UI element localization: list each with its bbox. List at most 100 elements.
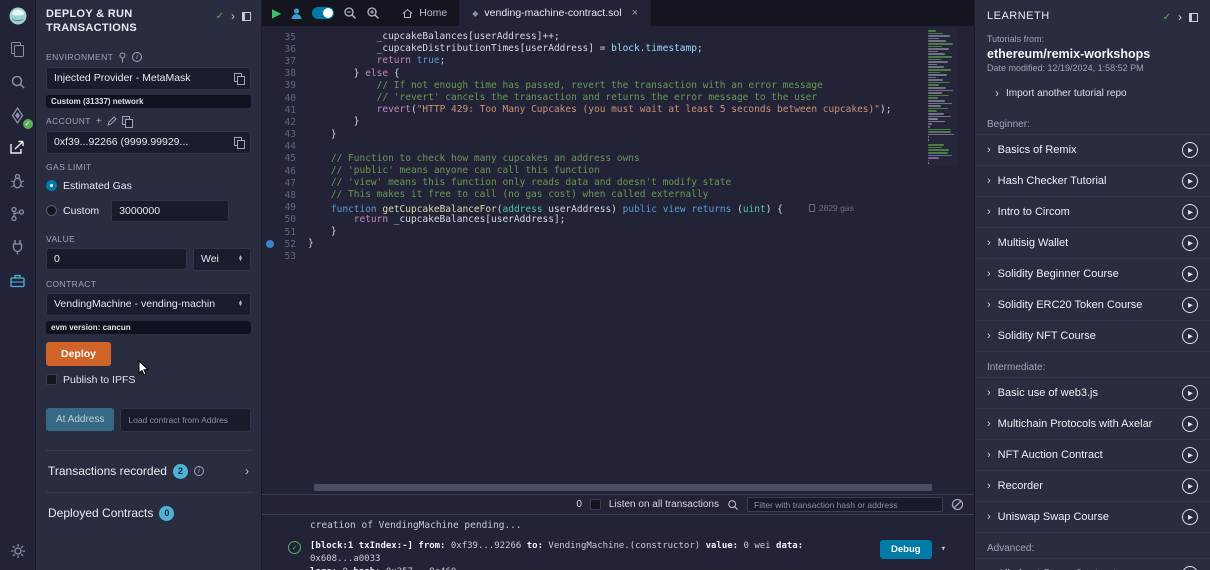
estimated-gas-radio[interactable]: Estimated Gas (46, 180, 251, 192)
play-icon[interactable]: ▶ (1182, 478, 1198, 494)
environment-select[interactable]: Injected Provider - MetaMask (46, 67, 251, 90)
minimap[interactable] (928, 28, 958, 166)
play-icon[interactable]: ▶ (1182, 447, 1198, 463)
play-icon[interactable]: ▶ (1182, 509, 1198, 525)
learneth-icon[interactable] (7, 269, 29, 291)
remix-logo-icon[interactable] (7, 5, 29, 27)
add-account-icon[interactable]: + (96, 116, 102, 127)
transactions-recorded-row[interactable]: Transactions recorded 2 i › (46, 450, 251, 492)
code-line[interactable]: // If not enough time has passed, revert… (308, 80, 974, 92)
code-line[interactable]: } (308, 129, 974, 141)
chevron-down-icon[interactable]: ▾ (941, 544, 946, 554)
copy-icon[interactable] (122, 116, 131, 126)
code-line[interactable]: revert("HTTP 429: Too Many Cupcakes (you… (308, 104, 974, 116)
deployed-contracts-row[interactable]: Deployed Contracts 0 (46, 492, 251, 534)
user-icon[interactable] (290, 7, 303, 20)
account-select[interactable]: 0xf39...92266 (9999.99929... (46, 131, 251, 154)
git-icon[interactable] (7, 203, 29, 225)
play-icon[interactable]: ▶ (1182, 173, 1198, 189)
code-line[interactable] (308, 141, 974, 153)
clear-console-icon[interactable] (951, 498, 964, 511)
code-line[interactable]: } (308, 116, 974, 128)
play-icon[interactable]: ▶ (1182, 142, 1198, 158)
code-line[interactable]: // 'view' means this function only reads… (308, 177, 974, 189)
tutorial-item[interactable]: ›Intro to Circom▶ (975, 197, 1210, 228)
edit-icon[interactable] (107, 116, 117, 126)
zoom-out-icon[interactable] (343, 6, 357, 20)
pin-panel-icon[interactable] (242, 12, 251, 21)
pin-panel-icon[interactable] (1189, 13, 1198, 22)
settings-icon[interactable] (7, 540, 29, 562)
chevron-right-icon[interactable]: › (1178, 11, 1182, 23)
debug-button[interactable]: Debug (880, 540, 932, 559)
search-icon[interactable] (7, 71, 29, 93)
chevron-right-icon[interactable]: › (245, 465, 249, 477)
listen-checkbox[interactable] (590, 499, 601, 510)
code-line[interactable]: _cupcakeBalances[userAddress]++; (308, 31, 974, 43)
code-line[interactable]: function getCupcakeBalanceFor(address us… (308, 202, 974, 214)
play-icon[interactable]: ▶ (1182, 328, 1198, 344)
custom-gas-input[interactable] (111, 200, 229, 222)
value-unit-select[interactable]: Wei ▲▼ (193, 248, 251, 271)
horizontal-scrollbar[interactable] (314, 484, 932, 491)
pin-icon[interactable] (118, 52, 127, 63)
tutorial-item[interactable]: ›Multisig Wallet▶ (975, 228, 1210, 259)
code-line[interactable]: // 'revert' cancels the transaction and … (308, 92, 974, 104)
tab-file[interactable]: ◆ vending-machine-contract.sol × (460, 0, 651, 26)
code-line[interactable] (308, 250, 974, 262)
chevron-right-icon[interactable]: › (231, 10, 235, 22)
tutorial-item[interactable]: ›Basic use of web3.js▶ (975, 378, 1210, 409)
breakpoint-dot[interactable] (266, 240, 274, 248)
play-icon[interactable]: ▶ (1182, 297, 1198, 313)
contract-select[interactable]: VendingMachine - vending-machin ▲▼ (46, 293, 251, 316)
tutorial-item[interactable]: ›Uniswap Swap Course▶ (975, 502, 1210, 533)
code-line[interactable]: } else { (308, 68, 974, 80)
code-line[interactable]: return _cupcakeBalances[userAddress]; (308, 214, 974, 226)
deploy-and-run-icon[interactable] (7, 137, 29, 159)
code-line[interactable]: _cupcakeDistributionTimes[userAddress] =… (308, 43, 974, 55)
run-script-icon[interactable]: ▶ (272, 7, 281, 19)
deploy-button[interactable]: Deploy (46, 342, 111, 366)
code-line[interactable]: // This makes it free to call (no gas co… (308, 189, 974, 201)
filter-input[interactable] (747, 497, 943, 512)
tutorial-item[interactable]: ›All about Proxy Contracts▶ (975, 559, 1210, 570)
play-icon[interactable]: ▶ (1182, 385, 1198, 401)
tutorial-item[interactable]: ›Hash Checker Tutorial▶ (975, 166, 1210, 197)
plugin-manager-icon[interactable] (7, 236, 29, 258)
info-icon[interactable]: i (132, 52, 142, 62)
import-tutorial-link[interactable]: › Import another tutorial repo (975, 75, 1210, 109)
code-line[interactable]: } (308, 226, 974, 238)
tutorial-item[interactable]: ›NFT Auction Contract▶ (975, 440, 1210, 471)
at-address-input[interactable] (120, 408, 251, 432)
terminal[interactable]: creation of VendingMachine pending... ✓ … (262, 515, 974, 570)
copy-icon[interactable] (234, 73, 243, 83)
code-line[interactable]: // 'public' means anyone can call this f… (308, 165, 974, 177)
tutorial-item[interactable]: ›Multichain Protocols with Axelar▶ (975, 409, 1210, 440)
play-icon[interactable]: ▶ (1182, 235, 1198, 251)
custom-gas-radio[interactable]: Custom (46, 200, 251, 222)
code-line[interactable]: return true; (308, 55, 974, 67)
tutorial-item[interactable]: ›Recorder▶ (975, 471, 1210, 502)
code-line[interactable]: } (308, 238, 974, 250)
solidity-compiler-icon[interactable]: ✓ (7, 104, 29, 126)
tutorial-item[interactable]: ›Solidity ERC20 Token Course▶ (975, 290, 1210, 321)
transaction-log-row[interactable]: ✓ [block:1 txIndex:-] from: 0xf39...9226… (288, 540, 946, 570)
code-editor[interactable]: 35363738394041424344454647484950515253 _… (262, 26, 974, 494)
tab-home[interactable]: Home (390, 0, 460, 26)
play-icon[interactable]: ▶ (1182, 416, 1198, 432)
play-icon[interactable]: ▶ (1182, 204, 1198, 220)
code-line[interactable]: // Function to check how many cupcakes a… (308, 153, 974, 165)
play-icon[interactable]: ▶ (1182, 266, 1198, 282)
toggle-switch[interactable] (312, 7, 334, 19)
copy-icon[interactable] (234, 137, 243, 147)
play-icon[interactable]: ▶ (1182, 566, 1198, 570)
file-explorer-icon[interactable] (7, 38, 29, 60)
info-icon[interactable]: i (194, 466, 204, 476)
debugger-icon[interactable] (7, 170, 29, 192)
tutorial-item[interactable]: ›Basics of Remix▶ (975, 135, 1210, 166)
at-address-button[interactable]: At Address (46, 408, 114, 431)
tutorial-item[interactable]: ›Solidity NFT Course▶ (975, 321, 1210, 352)
value-input[interactable] (46, 248, 187, 270)
close-icon[interactable]: × (632, 7, 638, 19)
zoom-in-icon[interactable] (366, 6, 380, 20)
